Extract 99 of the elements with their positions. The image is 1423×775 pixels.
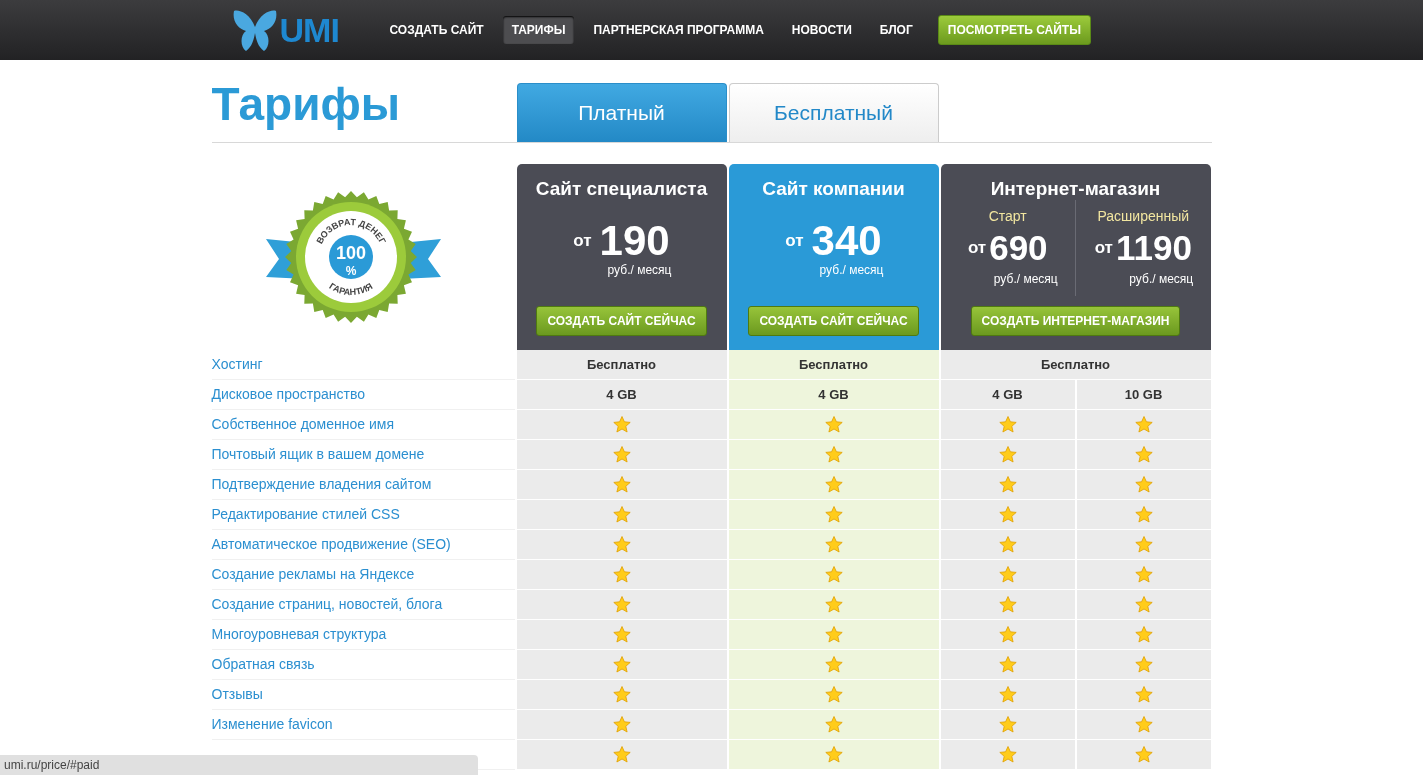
star-icon [998,746,1017,763]
logo-text[interactable]: UMI [279,10,339,50]
plan-title: Сайт компании [762,178,905,200]
star-icon [824,476,843,493]
nav-link[interactable]: ТАРИФЫ [502,16,575,44]
value-cell: Бесплатно [728,350,939,380]
star-icon [824,416,843,433]
star-icon [824,566,843,583]
star-icon [998,446,1017,463]
star-icon [1134,746,1153,763]
plan-tab[interactable]: Платный [516,83,727,142]
star-icon [612,416,631,433]
star-icon [612,746,631,763]
price-unit: руб./ месяц [1129,272,1194,286]
star-icon [998,626,1017,643]
star-icon [1134,416,1153,433]
feature-link[interactable]: Отзывы [211,680,515,710]
star-icon [824,716,843,733]
feature-link[interactable]: Подтверждение владения сайтом [211,470,515,500]
price-amount: 190 [599,219,670,263]
star-icon [998,416,1017,433]
star-icon [998,536,1017,553]
tier-name: Старт [988,208,1027,224]
star-icon [612,446,631,463]
star-icon [612,596,631,613]
status-bar-url: umi.ru/price/#paid [0,755,478,775]
price-unit: руб./ месяц [607,263,672,277]
feature-link[interactable]: Изменение favicon [211,710,515,740]
star-icon [998,716,1017,733]
price-prefix: от [967,238,987,258]
star-icon [824,596,843,613]
star-icon [1134,536,1153,553]
star-icon [824,686,843,703]
star-icon [824,746,843,763]
star-icon [824,626,843,643]
star-icon [612,656,631,673]
star-icon [1134,686,1153,703]
plan-title: Сайт специалиста [535,178,708,200]
star-icon [998,506,1017,523]
star-icon [1134,476,1153,493]
star-icon [998,596,1017,613]
feature-link[interactable]: Редактирование стилей CSS [211,500,515,530]
star-icon [1134,566,1153,583]
star-icon [612,686,631,703]
star-icon [824,506,843,523]
star-icon [998,686,1017,703]
star-icon [1134,596,1153,613]
feature-link[interactable]: Собственное доменное имя [211,410,515,440]
star-icon [1134,626,1153,643]
star-icon [612,536,631,553]
star-icon [998,566,1017,583]
price-prefix: от [785,231,804,251]
value-cell: 10 GB [1076,380,1211,410]
star-icon [612,506,631,523]
value-cell: 4 GB [728,380,939,410]
create-button[interactable]: СОЗДАТЬ САЙТ СЕЙЧАС [536,306,707,336]
star-icon [1134,506,1153,523]
star-icon [998,656,1017,673]
value-cell: 4 GB [940,380,1075,410]
star-icon [612,716,631,733]
feature-link[interactable]: Дисковое пространство [211,380,515,410]
plan-title: Интернет-магазин [990,178,1161,200]
value-cell: 4 GB [516,380,727,410]
feature-link[interactable]: Автоматическое продвижение (SEO) [211,530,515,560]
star-icon [1134,446,1153,463]
price-amount: 690 [989,228,1048,268]
create-button[interactable]: СОЗДАТЬ САЙТ СЕЙЧАС [748,306,919,336]
price-amount: 1190 [1115,228,1192,268]
price-prefix: от [573,231,592,251]
star-icon [824,446,843,463]
nav-link[interactable]: БЛОГ [870,16,922,44]
feature-link[interactable]: Создание страниц, новостей, блога [211,590,515,620]
price-unit: руб./ месяц [993,272,1058,286]
nav-link[interactable]: НОВОСТИ [782,16,861,44]
value-cell: Бесплатно [516,350,727,380]
value-cell: Бесплатно [940,350,1211,380]
star-icon [612,476,631,493]
nav-link[interactable]: ПАРТНЕРСКАЯ ПРОГРАММА [584,16,773,44]
page-title: Тарифы [211,77,401,131]
price-amount: 340 [811,219,882,263]
star-icon [1134,716,1153,733]
view-sites-button[interactable]: ПОСМОТРЕТЬ САЙТЫ [937,15,1091,45]
star-icon [824,536,843,553]
star-icon [1134,656,1153,673]
star-icon [612,626,631,643]
price-prefix: от [1094,238,1113,258]
feature-link[interactable]: Почтовый ящик в вашем домене [211,440,515,470]
create-button[interactable]: СОЗДАТЬ ИНТЕРНЕТ-МАГАЗИН [970,306,1181,336]
price-unit: руб./ месяц [819,263,884,277]
feature-link[interactable]: Многоуровневая структура [211,620,515,650]
feature-link[interactable]: Создание рекламы на Яндексе [211,560,515,590]
nav-link[interactable]: СОЗДАТЬ САЙТ [380,16,493,44]
tier-name: Расширенный [1097,208,1190,224]
feature-link[interactable]: Хостинг [211,350,515,380]
star-icon [612,566,631,583]
plan-tab[interactable]: Бесплатный [728,83,939,142]
star-icon [998,476,1017,493]
star-icon [824,656,843,673]
feature-link[interactable]: Обратная связь [211,650,515,680]
